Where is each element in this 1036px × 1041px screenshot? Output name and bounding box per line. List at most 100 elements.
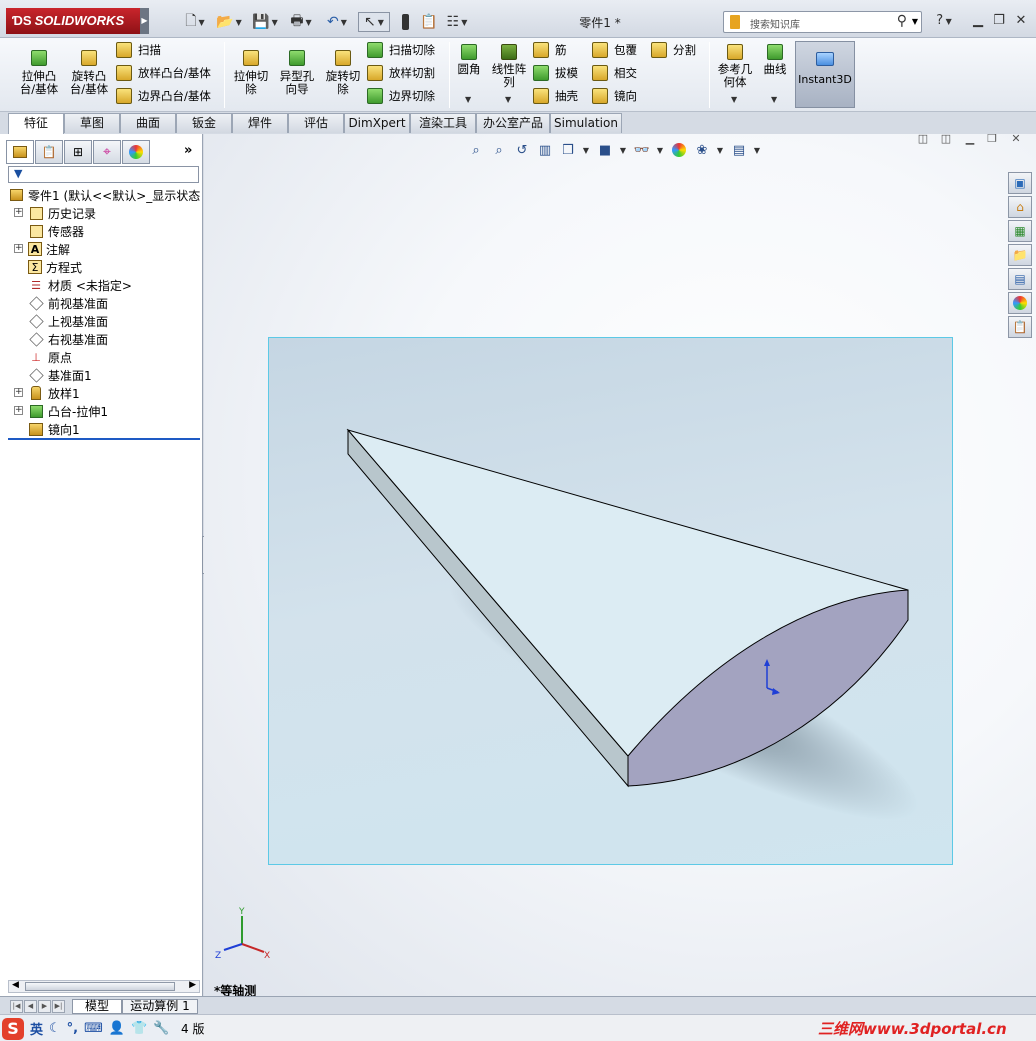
open-button[interactable]: 📂 ▼ xyxy=(214,12,244,32)
ime-language-toggle[interactable]: 英 xyxy=(30,1019,43,1038)
tab-surfaces[interactable]: 曲面 xyxy=(120,113,176,133)
expand-icon[interactable]: + xyxy=(14,406,23,415)
tree-item-equations[interactable]: Σ 方程式 xyxy=(28,258,82,276)
select-button[interactable]: ↖ ▼ xyxy=(358,12,390,32)
hole-wizard-button[interactable]: 异型孔 向导 xyxy=(276,50,318,96)
configuration-manager-tab[interactable]: ⊞ xyxy=(64,140,92,164)
feature-tree-tab[interactable] xyxy=(6,140,34,164)
intersect-button[interactable]: 相交 xyxy=(592,63,637,83)
loft-part-model[interactable] xyxy=(204,134,1036,996)
tree-item-origin[interactable]: ⊥ 原点 xyxy=(28,348,72,366)
tree-item-material[interactable]: ☰ 材质 <未指定> xyxy=(28,276,132,294)
linear-pattern-dropdown-icon[interactable]: ▼ xyxy=(505,95,511,104)
first-tab-icon[interactable]: |◀ xyxy=(10,1000,23,1013)
loft-boss-button[interactable]: 放样凸台/基体 xyxy=(116,63,211,83)
rebuild-button[interactable] xyxy=(396,12,414,32)
tab-sheet-metal[interactable]: 钣金 xyxy=(176,113,232,133)
ime-punct-icon[interactable]: °, xyxy=(67,1021,78,1036)
tab-render-tools[interactable]: 渲染工具 xyxy=(410,113,476,133)
search-icon[interactable]: ⚲ xyxy=(897,13,907,29)
fillet-dropdown-icon[interactable]: ▼ xyxy=(465,95,471,104)
options-button[interactable]: ☷ ▼ xyxy=(443,12,471,32)
solidworks-logo[interactable]: ƊS SOLIDWORKS xyxy=(6,8,146,34)
tree-item-right-plane[interactable]: 右视基准面 xyxy=(28,330,108,348)
extrude-boss-button[interactable]: 拉伸凸 台/基体 xyxy=(18,50,60,96)
loft-cut-button[interactable]: 放样切割 xyxy=(367,63,435,83)
reference-geometry-dropdown-icon[interactable]: ▼ xyxy=(731,95,737,104)
tab-features[interactable]: 特征 xyxy=(8,113,64,134)
extrude-cut-button[interactable]: 拉伸切 除 xyxy=(230,50,272,96)
reference-geometry-button[interactable]: 参考几 何体 xyxy=(713,44,757,89)
search-input[interactable]: 搜索知识库 xyxy=(750,16,800,31)
tab-weldments[interactable]: 焊件 xyxy=(232,113,288,133)
tab-sketch[interactable]: 草图 xyxy=(64,113,120,133)
dimxpert-manager-tab[interactable]: ⌖ xyxy=(93,140,121,164)
sweep-cut-button[interactable]: 扫描切除 xyxy=(367,40,435,60)
new-button[interactable]: 🗋 ▼ xyxy=(180,12,210,32)
tree-item-loft1[interactable]: + 放样1 xyxy=(14,384,80,402)
property-manager-tab[interactable]: 📋 xyxy=(35,140,63,164)
wrap-button[interactable]: 包覆 xyxy=(592,40,637,60)
graphics-viewport[interactable]: ⌕ ⌕ ↺ ▥ ❒ ▼ ■ ▼ 👓 ▼ ❀ ▼ ▤ ▼ ◫ ◫ ▁ ❐ ✕ ▣ ⌂ ▦ 📁… xyxy=(204,134,1036,996)
ime-keyboard-icon[interactable]: ⌨ xyxy=(84,1021,103,1036)
expand-icon[interactable]: + xyxy=(14,244,23,253)
minimize-button[interactable]: ▁ xyxy=(969,12,987,30)
tree-root-part[interactable]: 零件1 (默认<<默认>_显示状态 xyxy=(8,186,200,204)
instant3d-button[interactable]: Instant3D xyxy=(795,41,855,108)
ime-user-icon[interactable]: 👤 xyxy=(109,1021,125,1036)
shell-button[interactable]: 抽壳 xyxy=(533,86,578,106)
revolve-cut-button[interactable]: 旋转切 除 xyxy=(322,50,364,96)
print-button[interactable]: 🖶 ▼ xyxy=(286,12,316,32)
expand-icon[interactable]: + xyxy=(14,208,23,217)
tree-item-history[interactable]: + 历史记录 xyxy=(14,204,96,222)
close-button[interactable]: ✕ xyxy=(1012,12,1030,30)
curves-dropdown-icon[interactable]: ▼ xyxy=(771,95,777,104)
fillet-button[interactable]: 圆角 xyxy=(454,44,484,76)
scroll-thumb[interactable] xyxy=(25,982,175,991)
tab-office-products[interactable]: 办公室产品 xyxy=(476,113,550,133)
rollback-bar[interactable] xyxy=(8,438,200,440)
rib-button[interactable]: 筋 xyxy=(533,40,567,60)
tree-item-boss-extrude1[interactable]: + 凸台-拉伸1 xyxy=(14,402,108,420)
tab-simulation[interactable]: Simulation xyxy=(550,113,622,133)
ime-moon-icon[interactable]: ☾ xyxy=(49,1021,61,1036)
view-triad[interactable]: Y X Z xyxy=(212,906,282,966)
display-manager-tab[interactable] xyxy=(122,140,150,164)
tree-item-plane1[interactable]: 基准面1 xyxy=(28,366,92,384)
menu-flyout-arrow[interactable]: ▶ xyxy=(140,8,149,34)
tab-model[interactable]: 模型 xyxy=(72,999,122,1014)
ime-tools-icon[interactable]: 🔧 xyxy=(153,1021,169,1036)
tree-item-sensors[interactable]: 传感器 xyxy=(28,222,84,240)
prev-tab-icon[interactable]: ◀ xyxy=(24,1000,37,1013)
feature-filter[interactable]: ▼ xyxy=(8,166,199,183)
sweep-button[interactable]: 扫描 xyxy=(116,40,161,60)
boundary-cut-button[interactable]: 边界切除 xyxy=(367,86,435,106)
undo-button[interactable]: ↶ ▼ xyxy=(322,12,352,32)
last-tab-icon[interactable]: ▶| xyxy=(52,1000,65,1013)
curves-button[interactable]: 曲线 xyxy=(760,44,790,76)
scroll-right-icon[interactable]: ▶ xyxy=(189,980,196,990)
save-button[interactable]: 💾 ▼ xyxy=(250,12,280,32)
boundary-boss-button[interactable]: 边界凸台/基体 xyxy=(116,86,211,106)
next-tab-icon[interactable]: ▶ xyxy=(38,1000,51,1013)
tab-evaluate[interactable]: 评估 xyxy=(288,113,344,133)
tree-item-mirror1[interactable]: 镜向1 xyxy=(28,420,80,438)
file-properties-button[interactable]: 📋 xyxy=(420,12,438,32)
tree-horizontal-scrollbar[interactable]: ◀ ▶ xyxy=(8,980,200,993)
tab-dimxpert[interactable]: DimXpert xyxy=(344,113,410,133)
split-button[interactable]: 分割 xyxy=(651,40,696,60)
tab-motion-study[interactable]: 运动算例 1 xyxy=(122,999,198,1014)
search-dropdown-icon[interactable]: ▼ xyxy=(912,17,918,26)
tree-item-front-plane[interactable]: 前视基准面 xyxy=(28,294,108,312)
draft-button[interactable]: 拔模 xyxy=(533,63,578,83)
expand-icon[interactable]: + xyxy=(14,388,23,397)
more-tabs-icon[interactable]: » xyxy=(184,143,192,158)
scroll-left-icon[interactable]: ◀ xyxy=(12,980,19,990)
tree-item-annotations[interactable]: + A 注解 xyxy=(14,240,70,258)
revolve-boss-button[interactable]: 旋转凸 台/基体 xyxy=(68,50,110,96)
linear-pattern-button[interactable]: 线性阵 列 xyxy=(488,44,530,89)
ime-skin-icon[interactable]: 👕 xyxy=(131,1021,147,1036)
help-button[interactable]: ? ▼ xyxy=(931,12,957,30)
tree-item-top-plane[interactable]: 上视基准面 xyxy=(28,312,108,330)
restore-button[interactable]: ❐ xyxy=(990,12,1008,30)
